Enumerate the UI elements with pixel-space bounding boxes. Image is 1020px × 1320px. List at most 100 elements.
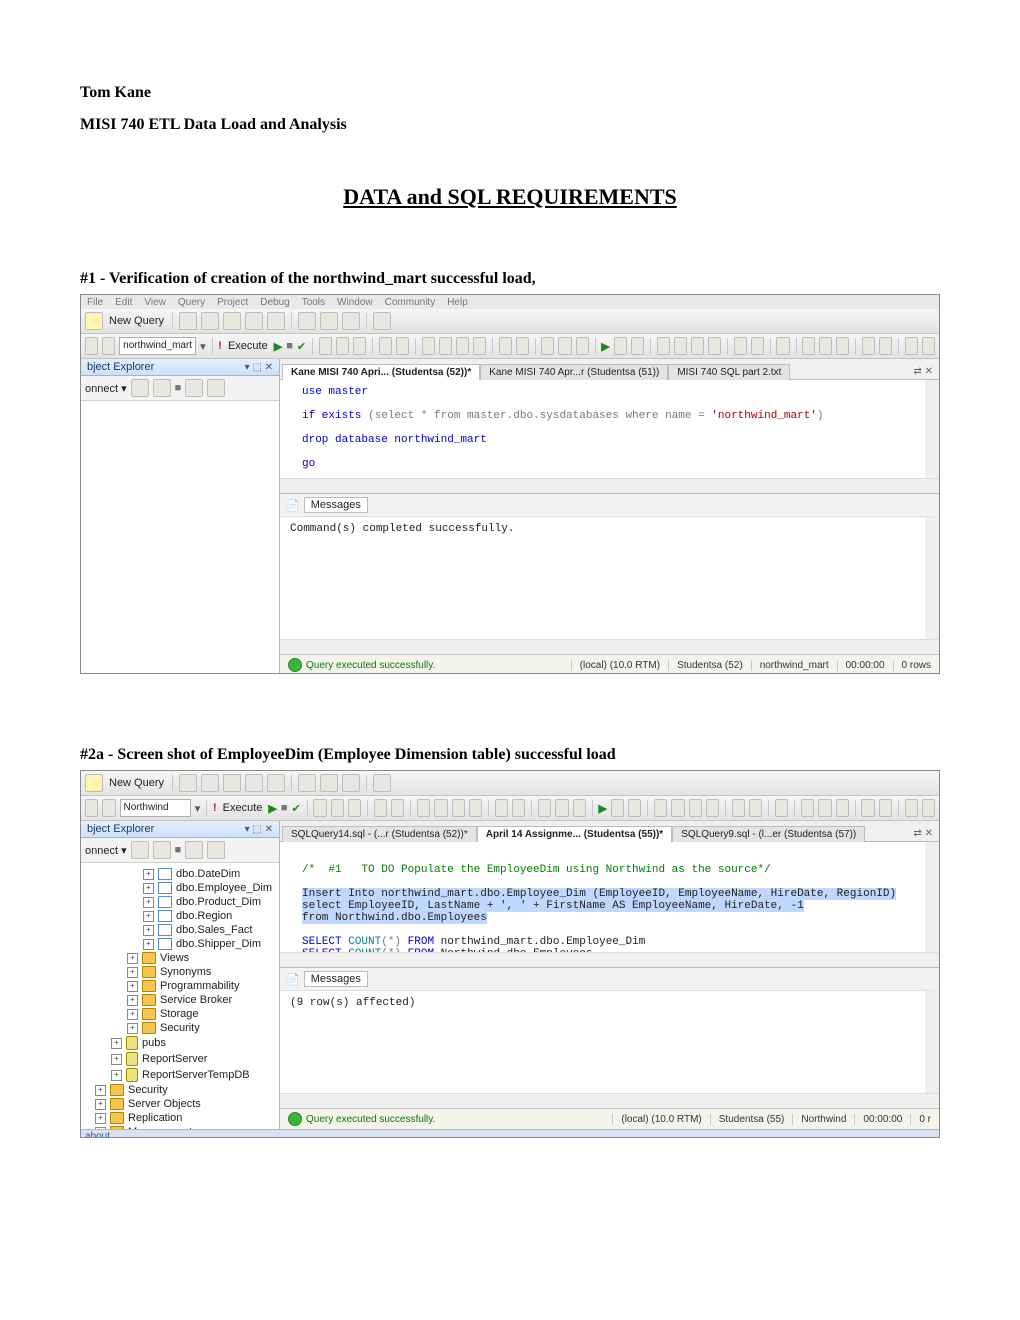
execute-button[interactable]: Execute [226, 340, 270, 352]
db-icon[interactable] [85, 337, 98, 355]
open-icon[interactable] [298, 774, 316, 792]
toolbar-btn[interactable] [538, 799, 551, 817]
object-explorer-tree[interactable]: +dbo.DateDim +dbo.Employee_Dim +dbo.Prod… [81, 863, 279, 1129]
horizontal-scrollbar[interactable] [280, 478, 939, 493]
toolbar-btn[interactable] [879, 799, 892, 817]
expand-icon[interactable]: + [143, 869, 154, 880]
toolbar-btn[interactable] [434, 799, 447, 817]
menu-debug[interactable]: Debug [260, 297, 289, 308]
toolbar-btn[interactable] [628, 799, 641, 817]
toolbar-btn[interactable] [631, 337, 644, 355]
debug-play-icon[interactable]: ▶ [268, 802, 276, 815]
horizontal-scrollbar[interactable] [280, 639, 939, 654]
toolbar-btn[interactable] [267, 312, 285, 330]
toolbar-btn[interactable] [456, 337, 469, 355]
new-query-button[interactable]: New Query [107, 777, 166, 789]
oe-filter-icon[interactable] [185, 841, 203, 859]
tree-item-label[interactable]: Security [160, 1022, 200, 1034]
toolbar-btn[interactable] [495, 799, 508, 817]
oe-toolbar-btn[interactable] [131, 379, 149, 397]
tab[interactable]: SQLQuery14.sql - (...r (Studentsa (52))* [282, 826, 477, 842]
tab[interactable]: SQLQuery9.sql - (l...er (Studentsa (57)) [672, 826, 865, 842]
toolbar-btn[interactable] [836, 799, 849, 817]
stop-icon[interactable]: ■ [281, 802, 288, 814]
pane-controls[interactable]: ▾ ⬚ ✕ [245, 362, 273, 373]
toolbar-btn[interactable] [706, 799, 719, 817]
toolbar-btn[interactable] [391, 799, 404, 817]
expand-icon[interactable]: + [143, 883, 154, 894]
oe-stop-icon[interactable]: ■ [175, 844, 182, 856]
tab-controls[interactable]: ⇄ ✕ [907, 364, 939, 379]
toolbar-btn[interactable] [373, 774, 391, 792]
toolbar-btn[interactable] [751, 337, 764, 355]
toolbar-btn[interactable] [201, 774, 219, 792]
menu-tools[interactable]: Tools [302, 297, 325, 308]
toolbar-btn[interactable] [749, 799, 762, 817]
toolbar-btn[interactable] [179, 312, 197, 330]
save-icon[interactable] [320, 312, 338, 330]
toolbar-btn[interactable] [473, 337, 486, 355]
toolbar-btn[interactable] [905, 337, 918, 355]
oe-stop-icon[interactable]: ■ [175, 382, 182, 394]
toolbar-btn[interactable] [657, 337, 670, 355]
debug-play-icon[interactable]: ▶ [274, 340, 282, 353]
oe-filter-icon[interactable] [185, 379, 203, 397]
toolbar-btn[interactable] [223, 312, 241, 330]
toolbar-btn[interactable] [614, 337, 627, 355]
messages-panel[interactable]: (9 row(s) affected) [280, 990, 939, 1093]
oe-toolbar-btn[interactable] [153, 841, 171, 859]
toolbar-btn[interactable] [439, 337, 452, 355]
toolbar-btn[interactable] [862, 337, 875, 355]
tree-item-label[interactable]: Replication [128, 1112, 182, 1124]
expand-icon[interactable]: + [111, 1038, 122, 1049]
connect-dropdown[interactable]: onnect ▾ [85, 382, 127, 395]
tree-item-label[interactable]: ReportServerTempDB [142, 1069, 250, 1081]
toolbar-btn[interactable] [905, 799, 918, 817]
toolbar-btn[interactable] [775, 799, 788, 817]
oe-toolbar-btn[interactable] [153, 379, 171, 397]
toolbar-btn[interactable] [802, 337, 815, 355]
toolbar-btn[interactable] [555, 799, 568, 817]
toolbar-btn[interactable] [674, 337, 687, 355]
expand-icon[interactable]: + [143, 925, 154, 936]
tree-item-label[interactable]: pubs [142, 1037, 166, 1049]
toolbar-btn[interactable] [313, 799, 326, 817]
toolbar-btn[interactable] [245, 774, 263, 792]
tree-item-label[interactable]: Management [128, 1126, 192, 1129]
toolbar-btn[interactable] [691, 337, 704, 355]
toolbar-btn[interactable] [879, 337, 892, 355]
menu-window[interactable]: Window [337, 297, 373, 308]
tree-item-label[interactable]: Synonyms [160, 966, 211, 978]
toolbar-btn[interactable] [708, 337, 721, 355]
toolbar-btn[interactable] [201, 312, 219, 330]
toolbar-btn[interactable] [469, 799, 482, 817]
connect-dropdown[interactable]: onnect ▾ [85, 844, 127, 857]
tree-item-label[interactable]: dbo.Employee_Dim [176, 882, 272, 894]
sql-editor[interactable]: /* #1 TO DO Populate the EmployeeDim usi… [280, 842, 939, 952]
toolbar-btn[interactable] [801, 799, 814, 817]
expand-icon[interactable]: + [127, 1023, 138, 1034]
pane-controls[interactable]: ▾ ⬚ ✕ [245, 824, 273, 835]
new-query-button[interactable]: New Query [107, 315, 166, 327]
tree-item-label[interactable]: dbo.Sales_Fact [176, 924, 252, 936]
expand-icon[interactable]: + [127, 1009, 138, 1020]
toolbar-btn[interactable] [245, 312, 263, 330]
toolbar-btn[interactable] [422, 337, 435, 355]
messages-tab[interactable]: Messages [304, 497, 368, 513]
db-icon[interactable] [85, 799, 98, 817]
menu-view[interactable]: View [144, 297, 166, 308]
toolbar-btn[interactable] [776, 337, 789, 355]
db-icon[interactable] [102, 799, 115, 817]
toolbar-btn[interactable] [499, 337, 512, 355]
toolbar-btn[interactable] [922, 337, 935, 355]
toolbar-btn[interactable] [576, 337, 589, 355]
tree-item-label[interactable]: Storage [160, 1008, 199, 1020]
tab-active[interactable]: April 14 Assignme... (Studentsa (55))* [477, 826, 672, 842]
toolbar-btn[interactable] [512, 799, 525, 817]
tree-item-label[interactable]: ReportServer [142, 1053, 207, 1065]
toolbar-btn[interactable] [179, 774, 197, 792]
toolbar-btn[interactable] [379, 337, 392, 355]
tab-controls[interactable]: ⇄ ✕ [907, 826, 939, 841]
toolbar-btn[interactable] [516, 337, 529, 355]
toolbar-btn[interactable] [319, 337, 332, 355]
